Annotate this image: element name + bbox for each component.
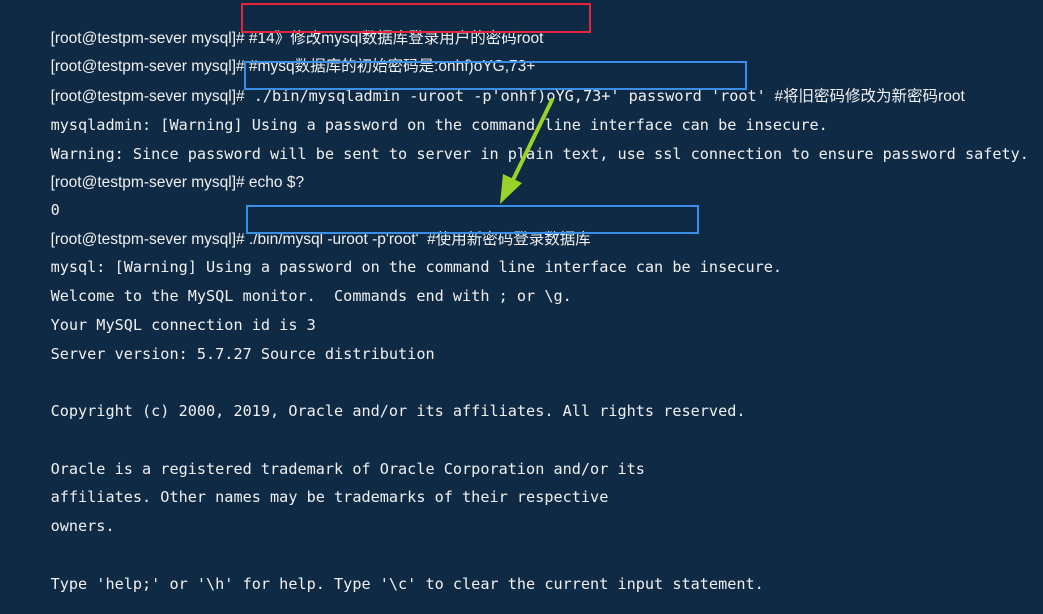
terminal-line: Welcome to the MySQL monitor. Commands e… xyxy=(14,266,572,305)
terminal-line: Copyright (c) 2000, 2019, Oracle and/or … xyxy=(14,381,746,420)
terminal-line: Warning: Since password will be sent to … xyxy=(14,124,1029,163)
terminal-line: [root@testpm-sever mysql]# echo $? xyxy=(14,152,305,191)
terminal-line: affiliates. Other names may be trademark… xyxy=(14,467,609,506)
terminal-line: mysqladmin: [Warning] Using a password o… xyxy=(14,95,828,134)
output-text: owners. xyxy=(50,517,115,535)
annotation-box-blue-bottom xyxy=(246,205,699,234)
terminal-line: 0 xyxy=(14,180,60,219)
output-text: Copyright (c) 2000, 2019, Oracle and/or … xyxy=(50,402,746,420)
output-text: Type 'help;' or '\h' for help. Type '\c'… xyxy=(50,575,764,593)
scrollbar[interactable] xyxy=(1037,0,1043,585)
shell-prompt: [root@testpm-sever mysql]# xyxy=(50,174,245,191)
terminal-line: Oracle is a registered trademark of Orac… xyxy=(14,439,645,478)
output-text: affiliates. Other names may be trademark… xyxy=(50,488,609,506)
command-text: echo $? xyxy=(244,174,305,191)
annotation-box-red xyxy=(241,3,591,33)
terminal-line: Type 'help;' or '\h' for help. Type '\c'… xyxy=(14,554,764,593)
terminal-line: Server version: 5.7.27 Source distributi… xyxy=(14,324,435,363)
output-text: Server version: 5.7.27 Source distributi… xyxy=(50,345,435,363)
terminal-line: mysql: [Warning] Using a password on the… xyxy=(14,237,783,276)
annotation-box-blue-top xyxy=(244,61,747,90)
terminal-line: [root@testpm-sever mysql]# #mysq数据库的初始密码… xyxy=(14,36,536,75)
terminal-line: owners. xyxy=(14,496,115,535)
terminal-line: Your MySQL connection id is 3 xyxy=(14,295,316,334)
